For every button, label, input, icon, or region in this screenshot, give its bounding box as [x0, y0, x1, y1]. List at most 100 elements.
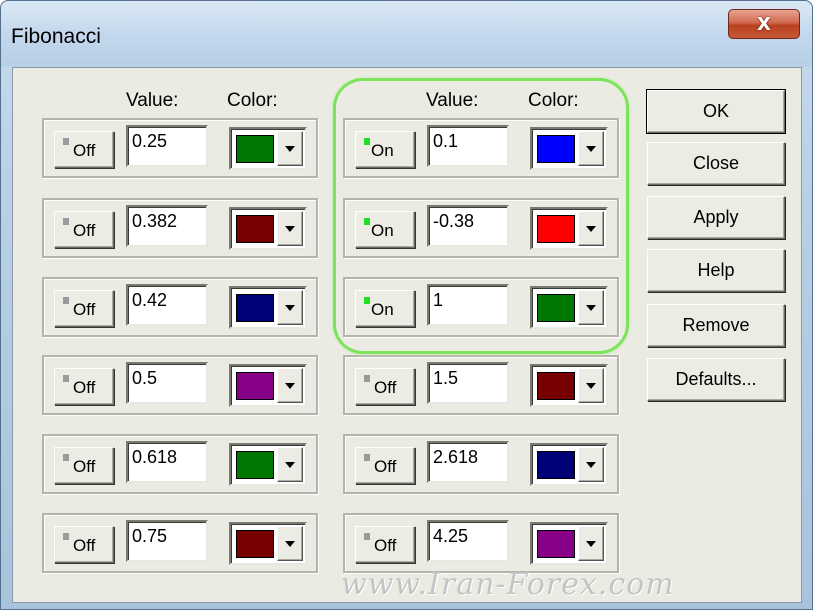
color-swatch: [537, 451, 575, 479]
level-row: Off 4.25: [343, 513, 619, 573]
toggle-label: On: [371, 141, 394, 160]
chevron-down-icon[interactable]: [578, 368, 604, 403]
status-led-icon: [364, 375, 370, 382]
color-swatch: [537, 294, 575, 322]
color-swatch: [537, 135, 575, 163]
level-toggle-button[interactable]: On: [355, 290, 415, 327]
level-color-picker[interactable]: [229, 127, 307, 170]
level-color-picker[interactable]: [530, 522, 608, 565]
level-value-input[interactable]: 0.618: [126, 441, 208, 483]
level-toggle-button[interactable]: Off: [54, 290, 114, 327]
chevron-down-icon[interactable]: [578, 290, 604, 325]
level-value-input[interactable]: 4.25: [427, 520, 509, 562]
apply-button[interactable]: Apply: [647, 196, 785, 239]
remove-button[interactable]: Remove: [647, 304, 785, 347]
level-color-picker[interactable]: [530, 364, 608, 407]
level-value-input[interactable]: 0.25: [126, 125, 208, 167]
status-led-icon: [63, 218, 69, 225]
fibonacci-dialog: Fibonacci X Value: Color: Value: Color: …: [0, 0, 813, 610]
color-swatch: [537, 372, 575, 400]
toggle-label: Off: [73, 221, 96, 240]
level-color-picker[interactable]: [229, 207, 307, 250]
level-value-input[interactable]: 2.618: [427, 441, 509, 483]
level-toggle-button[interactable]: Off: [54, 368, 114, 405]
status-led-icon: [63, 297, 69, 304]
status-led-icon: [63, 454, 69, 461]
toggle-label: Off: [73, 378, 96, 397]
toggle-label: Off: [73, 300, 96, 319]
toggle-label: Off: [374, 378, 397, 397]
level-value-input[interactable]: 0.1: [427, 125, 509, 167]
title-bar: Fibonacci X: [1, 1, 812, 67]
level-row: Off 2.618: [343, 434, 619, 494]
close-icon: X: [757, 13, 771, 35]
level-toggle-button[interactable]: Off: [355, 368, 415, 405]
chevron-down-icon[interactable]: [277, 131, 303, 166]
level-row: Off 0.382: [42, 198, 318, 258]
status-led-icon: [364, 138, 370, 145]
level-color-picker[interactable]: [229, 443, 307, 486]
level-toggle-button[interactable]: Off: [54, 447, 114, 484]
level-row: On 0.1: [343, 118, 619, 178]
help-button[interactable]: Help: [647, 249, 785, 292]
chevron-down-icon[interactable]: [277, 211, 303, 246]
value-header-left: Value:: [126, 90, 179, 111]
close-button[interactable]: Close: [647, 142, 785, 185]
level-color-picker[interactable]: [530, 286, 608, 329]
color-swatch: [236, 530, 274, 558]
level-value-input[interactable]: 1: [427, 284, 509, 326]
chevron-down-icon[interactable]: [277, 447, 303, 482]
status-led-icon: [364, 297, 370, 304]
level-value-input[interactable]: 0.382: [126, 205, 208, 247]
level-row: Off 1.5: [343, 355, 619, 415]
status-led-icon: [63, 375, 69, 382]
chevron-down-icon[interactable]: [578, 131, 604, 166]
status-led-icon: [63, 533, 69, 540]
color-swatch: [236, 372, 274, 400]
level-value-input[interactable]: 0.42: [126, 284, 208, 326]
window-title: Fibonacci: [11, 25, 101, 48]
color-swatch: [236, 294, 274, 322]
level-value-input[interactable]: 0.75: [126, 520, 208, 562]
chevron-down-icon[interactable]: [277, 526, 303, 561]
chevron-down-icon[interactable]: [578, 211, 604, 246]
level-color-picker[interactable]: [530, 443, 608, 486]
toggle-label: Off: [73, 457, 96, 476]
level-toggle-button[interactable]: Off: [355, 526, 415, 563]
color-swatch: [236, 451, 274, 479]
level-toggle-button[interactable]: On: [355, 211, 415, 248]
chevron-down-icon[interactable]: [277, 290, 303, 325]
level-color-picker[interactable]: [229, 286, 307, 329]
level-color-picker[interactable]: [229, 522, 307, 565]
level-toggle-button[interactable]: Off: [355, 447, 415, 484]
level-value-input[interactable]: 0.5: [126, 362, 208, 404]
status-led-icon: [364, 533, 370, 540]
level-toggle-button[interactable]: Off: [54, 131, 114, 168]
status-led-icon: [63, 138, 69, 145]
watermark: www.Iran-Forex.com: [341, 567, 675, 602]
close-window-button[interactable]: X: [728, 9, 800, 39]
level-color-picker[interactable]: [530, 207, 608, 250]
toggle-label: On: [371, 221, 394, 240]
dialog-client-area: Value: Color: Value: Color: Off 0.25 Off 0.…: [12, 67, 802, 603]
toggle-label: Off: [374, 457, 397, 476]
level-toggle-button[interactable]: On: [355, 131, 415, 168]
level-value-input[interactable]: 1.5: [427, 362, 509, 404]
level-row: Off 0.5: [42, 355, 318, 415]
color-swatch: [537, 215, 575, 243]
ok-button[interactable]: OK: [646, 89, 786, 134]
defaults-button[interactable]: Defaults...: [647, 358, 785, 401]
level-toggle-button[interactable]: Off: [54, 526, 114, 563]
level-color-picker[interactable]: [530, 127, 608, 170]
chevron-down-icon[interactable]: [578, 447, 604, 482]
toggle-label: On: [371, 300, 394, 319]
color-swatch: [236, 215, 274, 243]
level-value-input[interactable]: -0.38: [427, 205, 509, 247]
level-toggle-button[interactable]: Off: [54, 211, 114, 248]
level-color-picker[interactable]: [229, 364, 307, 407]
chevron-down-icon[interactable]: [277, 368, 303, 403]
chevron-down-icon[interactable]: [578, 526, 604, 561]
toggle-label: Off: [73, 141, 96, 160]
level-row: On 1: [343, 277, 619, 337]
level-row: Off 0.42: [42, 277, 318, 337]
